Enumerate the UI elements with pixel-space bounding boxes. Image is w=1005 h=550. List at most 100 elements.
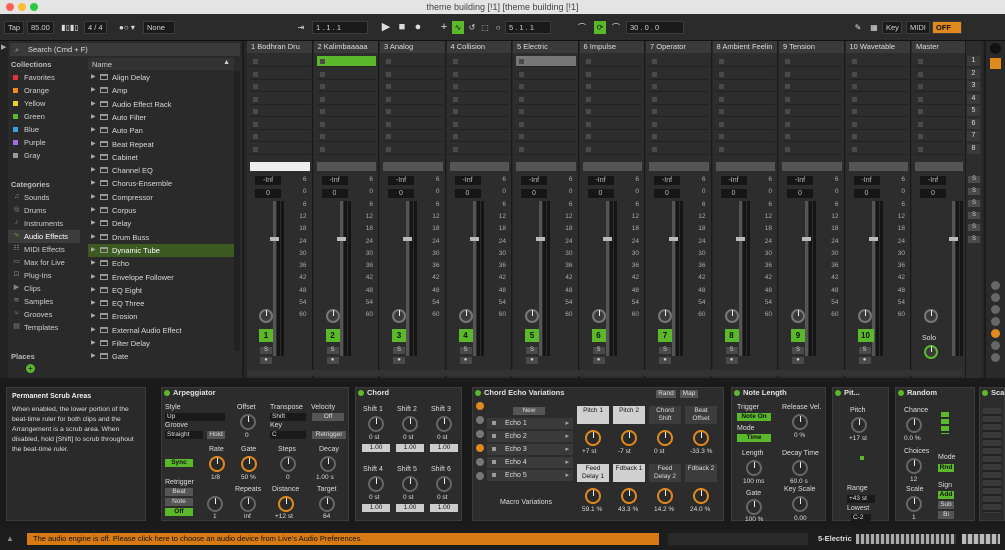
- expand-icon[interactable]: ▶: [91, 191, 96, 204]
- clip-slot[interactable]: [915, 131, 963, 142]
- scene-launch-button[interactable]: 3: [967, 81, 980, 91]
- clip-slot[interactable]: [582, 94, 642, 105]
- session-toggle-icon[interactable]: [990, 43, 1001, 54]
- volume-field[interactable]: 0: [321, 189, 348, 198]
- lowest-field[interactable]: C-2: [851, 514, 871, 522]
- pan-knob[interactable]: [791, 309, 805, 323]
- scene-launch-button[interactable]: 8: [967, 143, 980, 154]
- retrigger-beat-button[interactable]: Beat: [165, 488, 193, 496]
- solo-button[interactable]: S: [326, 347, 339, 354]
- collection-item[interactable]: Orange: [8, 84, 80, 97]
- solo-button[interactable]: S: [459, 347, 472, 354]
- browser-item[interactable]: ▶ Beat Repeat: [88, 138, 234, 151]
- volume-fader[interactable]: [805, 201, 808, 356]
- browser-item[interactable]: ▶ Echo: [88, 257, 234, 270]
- shift-velocity-field[interactable]: 1.00: [396, 504, 424, 512]
- scene-launch-button[interactable]: 7: [967, 131, 980, 141]
- track-overview[interactable]: [856, 534, 956, 544]
- random-header[interactable]: Random: [896, 388, 974, 398]
- arpeggiator-header[interactable]: Arpeggiator: [162, 388, 348, 398]
- solo-button[interactable]: S: [792, 347, 804, 354]
- volume-field[interactable]: 0: [388, 189, 414, 198]
- clip-slot[interactable]: [715, 81, 775, 92]
- master-strip-button[interactable]: S: [968, 200, 980, 207]
- shift-velocity-field[interactable]: 1.00: [362, 444, 390, 452]
- view-selector-icon[interactable]: [991, 353, 1000, 362]
- clip-slot[interactable]: [316, 94, 376, 105]
- expand-icon[interactable]: ▶: [91, 271, 96, 284]
- category-item[interactable]: ◎ Drums: [8, 204, 80, 217]
- pitch-knob[interactable]: [851, 417, 867, 433]
- pan-knob[interactable]: [658, 309, 672, 323]
- view-toggle-strip[interactable]: [962, 534, 1000, 544]
- browser-item[interactable]: ▶ Amp: [88, 84, 234, 97]
- expand-icon[interactable]: ▶: [91, 337, 96, 350]
- arrangement-toggle-icon[interactable]: [990, 58, 1001, 69]
- expand-icon[interactable]: ▶: [91, 350, 96, 363]
- play-icon[interactable]: ▶: [380, 21, 392, 34]
- clip-slot[interactable]: [383, 106, 443, 117]
- browser-item[interactable]: ▶ Gate: [88, 350, 234, 363]
- expand-icon[interactable]: ▶: [91, 204, 96, 217]
- rack-toggle-icon[interactable]: [476, 402, 484, 410]
- track-header[interactable]: 5 Electric: [513, 41, 578, 53]
- clip-slot[interactable]: [582, 69, 642, 80]
- transpose-select[interactable]: Shift: [270, 413, 306, 421]
- category-item[interactable]: ⊡ Plug-Ins: [8, 269, 80, 282]
- clip-slot[interactable]: [516, 69, 576, 80]
- volume-field[interactable]: 0: [720, 189, 747, 198]
- macro-knob[interactable]: [657, 430, 673, 446]
- clip-slot[interactable]: [449, 81, 509, 92]
- cue-knob[interactable]: [924, 345, 938, 359]
- clip-slot[interactable]: [250, 119, 310, 130]
- track-activator-button[interactable]: 5: [525, 329, 539, 342]
- sign-sub-button[interactable]: Sub: [938, 501, 954, 509]
- stop-clips-button[interactable]: [649, 162, 709, 171]
- device-on-icon[interactable]: [898, 390, 904, 396]
- close-icon[interactable]: [6, 3, 14, 11]
- browser-toggle-icon[interactable]: ▶: [1, 43, 6, 51]
- arm-icon[interactable]: ●: [725, 357, 738, 364]
- clip-slot[interactable]: [316, 69, 376, 80]
- clip-slot[interactable]: [715, 131, 775, 142]
- macro-knob[interactable]: [693, 488, 709, 504]
- collection-item[interactable]: Yellow: [8, 97, 80, 110]
- choices-knob[interactable]: [906, 458, 922, 474]
- scene-launch-button[interactable]: 2: [967, 68, 980, 79]
- target-knob[interactable]: [319, 496, 335, 512]
- chance-knob[interactable]: [906, 417, 922, 433]
- solo-button[interactable]: S: [260, 347, 272, 354]
- shift-knob[interactable]: [402, 416, 418, 432]
- clip-slot[interactable]: [449, 69, 509, 80]
- clip-slot[interactable]: [848, 94, 908, 105]
- note-gate-knob[interactable]: [746, 499, 762, 515]
- clip-slot[interactable]: [915, 94, 963, 105]
- macro-knob[interactable]: [621, 488, 637, 504]
- clip-slot[interactable]: [383, 144, 443, 155]
- scene-launch-button[interactable]: 1: [967, 56, 980, 66]
- scene-launch-button[interactable]: 6: [967, 118, 980, 129]
- solo-button[interactable]: S: [592, 347, 605, 354]
- browser-item[interactable]: ▶ EQ Eight: [88, 284, 234, 297]
- offset-knob[interactable]: [240, 414, 256, 430]
- new-variation-button[interactable]: New: [513, 407, 545, 415]
- expand-icon[interactable]: ▶: [91, 111, 96, 124]
- loop-start-field[interactable]: 5 . 1 . 1: [505, 21, 551, 34]
- device-on-icon[interactable]: [835, 390, 841, 396]
- scene-launch-button[interactable]: 4: [967, 93, 980, 104]
- rack-toggle-icon[interactable]: [476, 458, 484, 466]
- macro-knob[interactable]: [621, 430, 637, 446]
- length-knob[interactable]: [746, 460, 762, 476]
- rand-button[interactable]: Rand: [656, 390, 676, 398]
- scene-launch-button[interactable]: 5: [967, 106, 980, 116]
- tempo-field[interactable]: 85.00: [27, 21, 54, 34]
- volume-field[interactable]: 0: [454, 189, 481, 198]
- browser-item[interactable]: ▶ Cabinet: [88, 151, 234, 164]
- trigger-select[interactable]: Note On: [737, 413, 771, 421]
- category-item[interactable]: ♪ Instruments: [8, 217, 80, 230]
- clip-slot[interactable]: [449, 119, 509, 130]
- solo-button[interactable]: S: [725, 347, 738, 354]
- expand-icon[interactable]: ▶: [91, 138, 96, 151]
- recall-arrow-icon[interactable]: ▸: [565, 418, 569, 429]
- groove-select[interactable]: Straight: [165, 431, 203, 439]
